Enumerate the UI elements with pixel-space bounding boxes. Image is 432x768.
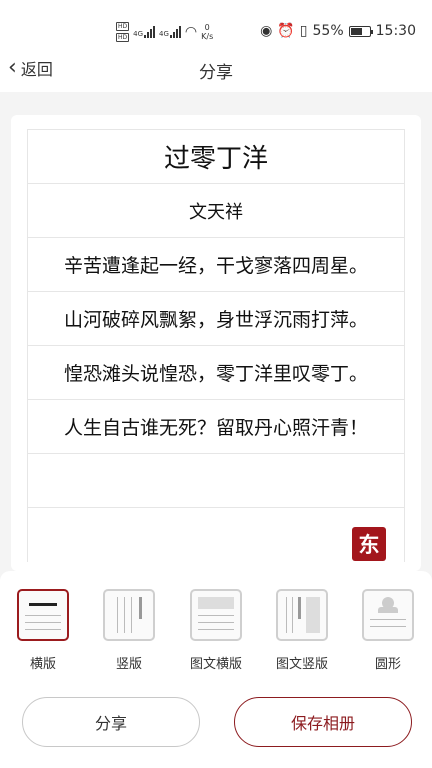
poem-empty-row <box>28 508 404 562</box>
layout-option-label: 横版 <box>29 657 56 672</box>
clock: 15:30 <box>375 23 416 39</box>
hd-badge: HD <box>116 33 130 42</box>
signal-icon: 4G <box>133 26 156 38</box>
poem-line: 辛苦遭逢起一经，干戈寥落四周星。 <box>28 238 404 292</box>
poem-line: 山河破碎风飘絮，身世浮沉雨打萍。 <box>28 292 404 346</box>
layout-selector: 横版 竖版 图文横版 图文竖版 圆形 <box>0 589 432 679</box>
poem-preview-card: 过零丁洋 文天祥 辛苦遭逢起一经，干戈寥落四周星。 山河破碎风飘絮，身世浮沉雨打… <box>11 115 421 571</box>
layout-option-horizontal[interactable]: 横版 <box>11 589 75 672</box>
seal-stamp: 东 <box>352 527 386 561</box>
layout-option-vertical[interactable]: 竖版 <box>97 589 161 672</box>
network-speed-unit: K/s <box>201 32 214 41</box>
share-options-panel: 横版 竖版 图文横版 图文竖版 圆形 分享 保存相册 <box>0 571 432 768</box>
poem-line: 人生自古谁无死？留取丹心照汗青！ <box>28 400 404 454</box>
signal-icon: 4G <box>159 26 181 38</box>
layout-option-label: 图文横版 <box>189 657 242 672</box>
vibrate-icon: ▯ <box>299 23 308 39</box>
poem-grid: 过零丁洋 文天祥 辛苦遭逢起一经，干戈寥落四周星。 山河破碎风飘絮，身世浮沉雨打… <box>27 129 405 562</box>
network-speed-value: 0 <box>204 23 210 32</box>
circle-layout-icon <box>362 589 414 641</box>
poem-title: 过零丁洋 <box>28 130 404 184</box>
signal-label: 4G <box>159 30 169 38</box>
layout-option-label: 图文竖版 <box>275 657 328 672</box>
image-horizontal-layout-icon <box>190 589 242 641</box>
page-title: 分享 <box>199 63 233 83</box>
save-to-album-button[interactable]: 保存相册 <box>234 697 412 747</box>
layout-option-circle[interactable]: 圆形 <box>356 589 420 672</box>
poem-line: 惶恐滩头说惶恐，零丁洋里叹零丁。 <box>28 346 404 400</box>
poem-author: 文天祥 <box>28 184 404 238</box>
status-left: HD HD 4G 4G ◠ 0 K/s <box>116 18 213 46</box>
layout-option-label: 竖版 <box>115 657 142 672</box>
network-speed: 0 K/s <box>201 23 213 41</box>
layout-option-image-horizontal[interactable]: 图文横版 <box>184 589 248 672</box>
battery-icon <box>348 25 373 37</box>
eye-icon: ◉ <box>260 23 273 39</box>
battery-percent: 55% <box>312 23 344 39</box>
status-bar: HD HD 4G 4G ◠ 0 K/s ◉ ⏰ ▯ 55% 15:30 <box>0 0 432 46</box>
status-right: ◉ ⏰ ▯ 55% 15:30 <box>260 23 416 39</box>
share-button[interactable]: 分享 <box>22 697 200 747</box>
vertical-layout-icon <box>103 589 155 641</box>
horizontal-layout-icon <box>17 589 69 641</box>
layout-option-image-vertical[interactable]: 图文竖版 <box>270 589 334 672</box>
hd-icon: HD HD <box>116 22 130 42</box>
wifi-icon: ◠ <box>184 24 198 40</box>
signal-label: 4G <box>133 30 144 38</box>
nav-bar: ‹ 返回 分享 <box>0 46 432 92</box>
hd-badge: HD <box>116 22 130 31</box>
image-vertical-layout-icon <box>276 589 328 641</box>
layout-option-label: 圆形 <box>374 657 401 672</box>
alarm-icon: ⏰ <box>277 23 295 39</box>
poem-empty-row <box>28 454 404 508</box>
